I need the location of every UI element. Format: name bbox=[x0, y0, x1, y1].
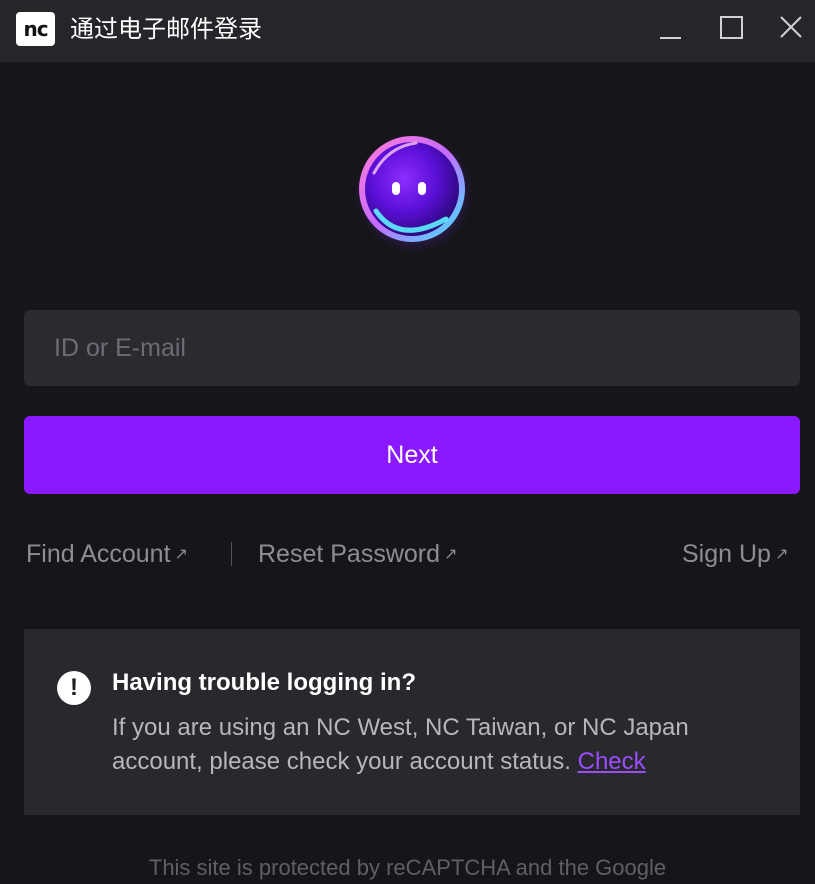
sign-up-label: Sign Up bbox=[682, 540, 771, 568]
notice-title: Having trouble logging in? bbox=[112, 669, 416, 696]
external-arrow-icon: ↗ bbox=[774, 546, 789, 563]
reset-password-label: Reset Password bbox=[258, 540, 441, 568]
external-arrow-icon: ↗ bbox=[174, 546, 188, 563]
find-account-label: Find Account bbox=[26, 540, 171, 568]
exclamation-icon: ! bbox=[57, 671, 91, 705]
minimize-icon bbox=[660, 37, 681, 39]
external-arrow-icon: ↗ bbox=[444, 546, 458, 563]
mascot-orb-icon bbox=[354, 133, 474, 253]
nc-logo: nc bbox=[16, 12, 55, 46]
find-account-link[interactable]: Find Account ↗ bbox=[26, 534, 188, 574]
recaptcha-footer: This site is protected by reCAPTCHA and … bbox=[148, 855, 667, 880]
next-button[interactable]: Next bbox=[24, 416, 800, 494]
maximize-button[interactable] bbox=[712, 10, 752, 46]
notice-body: If you are using an NC West, NC Taiwan, … bbox=[112, 711, 752, 779]
login-trouble-notice: ! Having trouble logging in? If you are … bbox=[24, 629, 800, 815]
link-divider bbox=[231, 542, 232, 566]
id-email-input[interactable] bbox=[24, 310, 800, 386]
reset-password-link[interactable]: Reset Password ↗ bbox=[258, 534, 457, 574]
sign-up-link[interactable]: Sign Up ↗ bbox=[682, 534, 788, 574]
check-status-link[interactable]: Check bbox=[578, 748, 646, 775]
title-bar: nc 通过电子邮件登录 bbox=[0, 0, 815, 62]
minimize-button[interactable] bbox=[650, 10, 690, 46]
window-title: 通过电子邮件登录 bbox=[70, 15, 262, 43]
close-icon bbox=[780, 16, 802, 38]
close-button[interactable] bbox=[772, 10, 812, 46]
maximize-icon bbox=[720, 16, 743, 39]
